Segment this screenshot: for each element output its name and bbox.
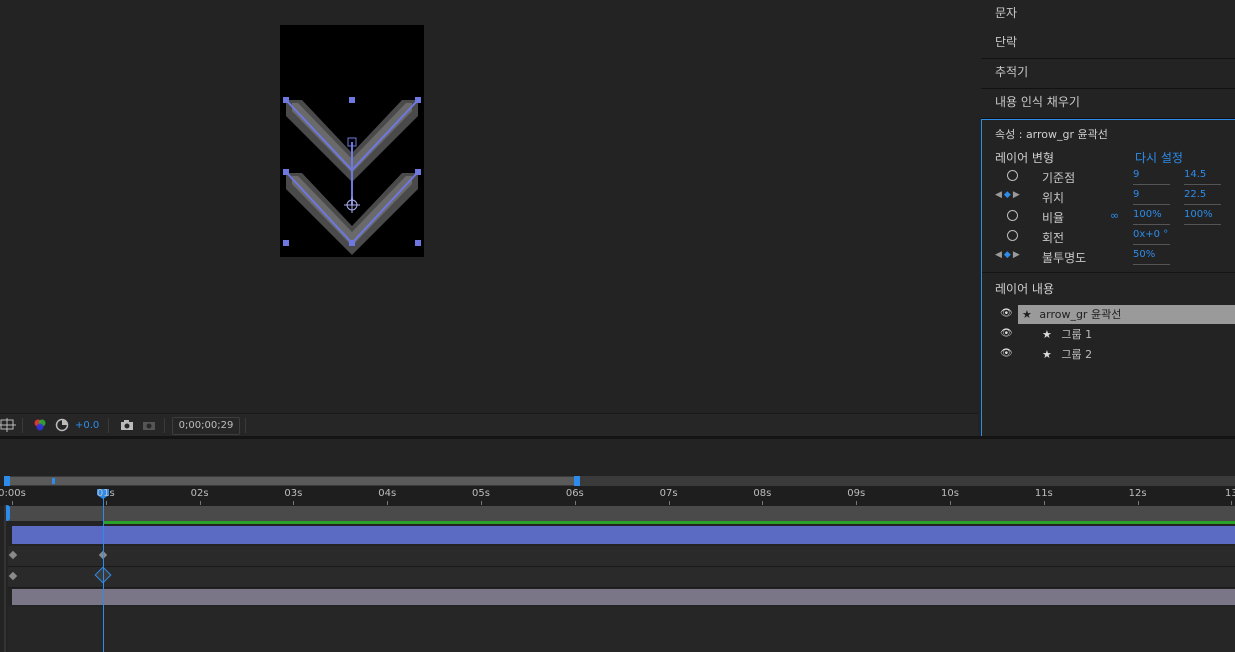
timeline-panel: 0:00s 01s 02s 03s 04s 05s 06s 07s 08s 09s 10s 11s 12… (0, 436, 1235, 652)
navigator-marker (52, 478, 55, 484)
work-area-bar[interactable] (8, 506, 1235, 521)
ruler-label: 05s (472, 488, 490, 499)
track-left-edge (4, 505, 6, 652)
prop-row-opacity: ◀◆▶ 불투명도 50% (982, 247, 1235, 267)
keyframe-navigator-icon[interactable]: ◀◆▶ (995, 190, 1022, 200)
panel-paragraph[interactable]: 단락 (981, 29, 1235, 59)
scale-y-value[interactable]: 100% (1184, 209, 1221, 225)
anchor-x-value[interactable]: 9 (1133, 169, 1170, 185)
time-navigator-range[interactable] (7, 477, 577, 485)
ruler-tick (1137, 501, 1139, 505)
eye-icon[interactable]: 👁 (1000, 328, 1013, 339)
position-keyframe-track[interactable] (8, 546, 1235, 567)
reset-button[interactable]: 다시 설정 (1135, 149, 1183, 166)
panel-character[interactable]: 문자 (981, 0, 1235, 30)
prop-row-scale: 비율 ∞ 100% 100% (982, 207, 1235, 227)
layer-duration-bar[interactable] (12, 526, 1235, 544)
content-item-outline[interactable]: ★ arrow_gr 윤곽선 (1018, 305, 1235, 324)
keyframe-navigator-icon[interactable]: ◀◆▶ (995, 250, 1022, 260)
content-item-group-1[interactable]: ★ 그룹 1 (1042, 325, 1235, 344)
stopwatch-icon[interactable] (1007, 170, 1018, 181)
anchor-y-value[interactable]: 14.5 (1184, 169, 1221, 185)
composition-canvas[interactable] (280, 25, 424, 257)
ruler-label: 08s (753, 488, 772, 499)
position-x-value[interactable]: 9 (1133, 189, 1170, 205)
layer-track-bar[interactable] (12, 589, 1235, 605)
panel-content-aware-fill[interactable]: 내용 인식 채우기 (981, 89, 1235, 119)
scale-x-value[interactable]: 100% (1133, 209, 1170, 225)
layer-contents-heading: 레이어 내용 (995, 282, 1055, 296)
stopwatch-icon[interactable] (1007, 230, 1018, 241)
ruler-tick (856, 501, 858, 505)
navigator-start-handle[interactable] (4, 476, 10, 486)
arrow-artwork (283, 97, 421, 255)
channel-icon[interactable] (33, 418, 47, 433)
constrain-proportions-link-icon[interactable]: ∞ (1110, 209, 1119, 222)
ruler-tick (105, 501, 107, 505)
playhead-line[interactable] (103, 491, 104, 652)
ruler-label: 0:00s (0, 488, 26, 499)
ruler-tick (199, 501, 201, 505)
viewer-toolbar: +0.0 0;00;00;29 (0, 413, 978, 437)
ruler-tick (574, 501, 576, 505)
ruler-label: 03s (284, 488, 303, 499)
properties-title: 속성 : arrow_gr 윤곽선 (995, 128, 1108, 141)
layer-transform-heading: 레이어 변형 (995, 151, 1055, 165)
content-item-group-2[interactable]: ★ 그룹 2 (1042, 345, 1235, 364)
ruler-tick (12, 501, 13, 505)
region-icon[interactable] (0, 418, 16, 433)
ruler-tick (387, 501, 389, 505)
ruler-tick (668, 501, 670, 505)
ruler-label: 11s (1034, 488, 1053, 499)
ruler-label: 09s (847, 488, 866, 499)
ruler-tick (762, 501, 764, 505)
rotation-value[interactable]: 0x+0 ° (1133, 229, 1170, 245)
ruler-tick (481, 501, 482, 505)
ruler-tick (1231, 501, 1233, 505)
position-y-value[interactable]: 22.5 (1184, 189, 1221, 205)
ruler-label: 13 (1225, 488, 1235, 499)
work-area-indicator (103, 521, 1235, 524)
stopwatch-icon[interactable] (1007, 210, 1018, 221)
current-time-display[interactable]: 0;00;00;29 (172, 417, 240, 435)
ruler-tick (1043, 501, 1045, 505)
exposure-reset-icon[interactable] (55, 418, 69, 433)
eye-icon[interactable]: 👁 (1000, 348, 1013, 359)
opacity-value[interactable]: 50% (1133, 249, 1170, 265)
composition-viewer[interactable] (0, 0, 978, 413)
ruler-label: 07s (659, 488, 678, 499)
panel-tracker[interactable]: 추적기 (981, 59, 1235, 89)
navigator-end-handle[interactable] (574, 476, 580, 486)
properties-panel: 속성 : arrow_gr 윤곽선 레이어 변형 다시 설정 기준점 9 14.… (981, 119, 1235, 437)
star-icon: ★ (1022, 308, 1032, 321)
snapshot-camera-icon[interactable] (120, 418, 134, 433)
ruler-label: 02s (190, 488, 209, 499)
star-icon: ★ (1042, 348, 1052, 361)
prop-row-rotation: 회전 0x+0 ° (982, 227, 1235, 247)
ruler-label: 10s (941, 488, 959, 499)
exposure-value[interactable]: +0.0 (75, 418, 99, 433)
prop-row-anchor: 기준점 9 14.5 (982, 167, 1235, 187)
ruler-tick (293, 501, 295, 505)
ruler-label: 04s (378, 488, 397, 499)
prop-row-position: ◀◆▶ 위치 9 22.5 (982, 187, 1235, 207)
eye-icon[interactable]: 👁 (1000, 308, 1013, 319)
ruler-tick (950, 501, 951, 505)
show-snapshot-icon[interactable] (142, 418, 156, 433)
opacity-keyframe-track[interactable] (8, 567, 1235, 588)
ruler-label: 06s (565, 488, 584, 499)
anchor-point-icon (344, 197, 360, 213)
ruler-label: 12s (1128, 488, 1147, 499)
empty-track-area (8, 607, 1235, 652)
star-icon: ★ (1042, 328, 1052, 341)
ruler-label: 01s (96, 488, 115, 499)
